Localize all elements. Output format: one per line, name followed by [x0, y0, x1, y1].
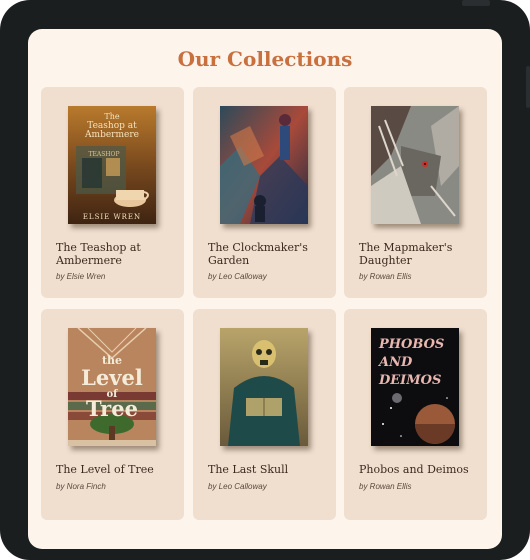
top-button	[462, 0, 490, 6]
svg-text:The: The	[104, 112, 119, 121]
svg-text:Level: Level	[81, 365, 143, 390]
book-title: The Clockmaker's Garden	[208, 241, 308, 267]
book-cover-level-of-tree: the Level of Tree	[68, 328, 156, 446]
book-author: by Elsie Wren	[56, 272, 106, 281]
book-card-last-skull[interactable]: The Last Skull by Leo Calloway	[193, 309, 336, 520]
tablet-frame: Our Collections The Teashop at Ambermere…	[0, 0, 530, 560]
book-author: by Rowan Ellis	[359, 482, 412, 491]
book-card-level-of-tree[interactable]: the Level of Tree The Level of Tree by N…	[41, 309, 184, 520]
book-title: The Teashop at Ambermere	[56, 241, 141, 267]
book-card-clockmaker[interactable]: The Clockmaker's Garden by Leo Calloway	[193, 87, 336, 298]
book-title: Phobos and Deimos	[359, 463, 469, 476]
book-author: by Leo Calloway	[208, 482, 267, 491]
book-cover-mapmaker	[371, 106, 459, 224]
phobos-deimos-cover-art: PHOBOS AND DEIMOS	[371, 328, 459, 446]
level-of-tree-cover-art: the Level of Tree	[68, 328, 156, 446]
mapmaker-cover-art	[371, 106, 459, 224]
book-title: The Mapmaker's Daughter	[359, 241, 453, 267]
book-author: by Leo Calloway	[208, 272, 267, 281]
svg-text:DEIMOS: DEIMOS	[378, 373, 441, 388]
book-cover-teashop: The Teashop at Ambermere TEASHOP ELSIE W…	[68, 106, 156, 224]
book-card-phobos-deimos[interactable]: PHOBOS AND DEIMOS Phobos and Deimos by R…	[344, 309, 487, 520]
book-author: by Nora Finch	[56, 482, 106, 491]
book-cover-last-skull	[220, 328, 308, 446]
last-skull-cover-art	[220, 328, 308, 446]
svg-text:TEASHOP: TEASHOP	[88, 151, 119, 158]
book-title: The Level of Tree	[56, 463, 154, 476]
book-cover-phobos-deimos: PHOBOS AND DEIMOS	[371, 328, 459, 446]
page-title: Our Collections	[177, 47, 353, 71]
svg-text:PHOBOS: PHOBOS	[378, 337, 444, 352]
book-title: The Last Skull	[208, 463, 289, 476]
svg-text:Tree: Tree	[86, 396, 138, 421]
svg-text:AND: AND	[377, 355, 413, 370]
teashop-cover-art: The Teashop at Ambermere TEASHOP ELSIE W…	[68, 106, 156, 224]
book-author: by Rowan Ellis	[359, 272, 412, 281]
book-card-teashop[interactable]: The Teashop at Ambermere TEASHOP ELSIE W…	[41, 87, 184, 298]
clockmaker-cover-art	[220, 106, 308, 224]
book-card-mapmaker[interactable]: The Mapmaker's Daughter by Rowan Ellis	[344, 87, 487, 298]
side-button	[526, 66, 530, 108]
screen: Our Collections The Teashop at Ambermere…	[28, 29, 502, 549]
book-cover-clockmaker	[220, 106, 308, 224]
svg-text:Ambermere: Ambermere	[84, 130, 139, 140]
svg-text:ELSIE WREN: ELSIE WREN	[83, 213, 141, 221]
